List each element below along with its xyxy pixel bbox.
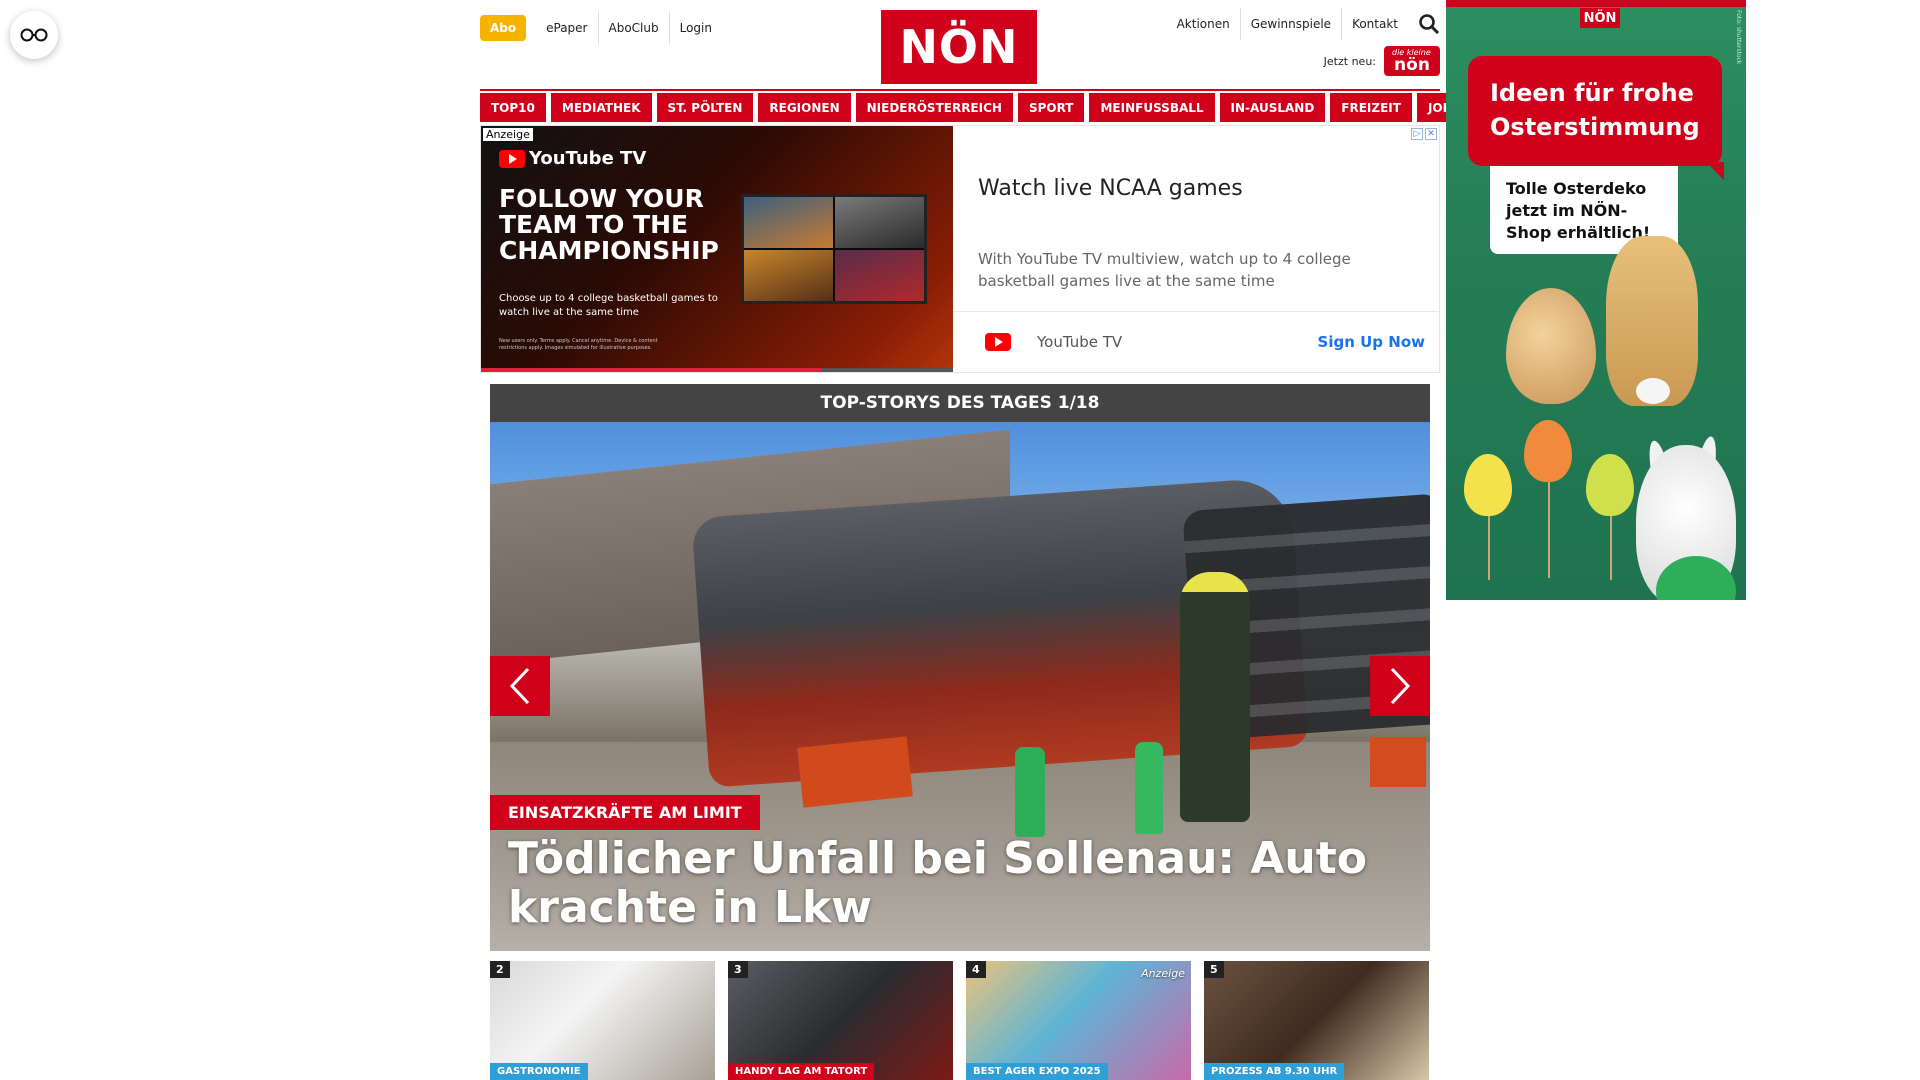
carousel-next-button[interactable] bbox=[1370, 656, 1430, 716]
ad-choices[interactable]: ▷ ✕ bbox=[1411, 128, 1437, 140]
hero-image-extinguisher bbox=[1135, 742, 1163, 834]
glasses-icon bbox=[20, 28, 48, 42]
ad-brand: YouTube TV bbox=[1037, 333, 1123, 351]
easter-egg-decoration bbox=[1506, 288, 1596, 404]
ad-title[interactable]: Watch live NCAA games bbox=[978, 176, 1243, 201]
reader-mode-button[interactable] bbox=[10, 11, 58, 59]
hero-image-firefighter bbox=[1180, 572, 1250, 822]
top-stories-heading: TOP-STORYS DES TAGES 1/18 bbox=[490, 384, 1430, 422]
ad-headline: FOLLOW YOUR TEAM TO THE CHAMPIONSHIP bbox=[499, 184, 719, 265]
youtube-play-icon bbox=[499, 149, 525, 168]
jetzt-neu: Jetzt neu: die kleine nön bbox=[1324, 46, 1440, 76]
story-thumb[interactable]: 5 PROZESS AB 9.30 UHR bbox=[1204, 961, 1429, 1080]
top-left-links: Abo ePaper AboClub Login bbox=[480, 12, 722, 44]
youtube-tv-ad[interactable]: Anzeige YouTube TV FOLLOW YOUR TEAM TO T… bbox=[480, 125, 1440, 373]
ad-label: Anzeige bbox=[483, 128, 533, 141]
abo-button[interactable]: Abo bbox=[480, 15, 527, 41]
top-stories: TOP-STORYS DES TAGES 1/18 EINSATZKRÄFTE … bbox=[490, 384, 1430, 951]
hero-image-case bbox=[1370, 737, 1426, 787]
search-icon[interactable] bbox=[1418, 13, 1440, 35]
nav-st-poelten[interactable]: ST. PÖLTEN bbox=[656, 93, 754, 122]
nav-mediathek[interactable]: MEDIATHEK bbox=[550, 93, 652, 122]
easter-egg-yellow bbox=[1464, 454, 1512, 516]
story-number: 4 bbox=[966, 961, 986, 978]
nav-meinfussball[interactable]: MEINFUSSBALL bbox=[1089, 93, 1215, 122]
ad-progress bbox=[481, 368, 953, 372]
ad-yt-brand: YouTube TV bbox=[529, 148, 647, 169]
hero-title[interactable]: Tödlicher Unfall bei Sollenau: Auto krac… bbox=[508, 834, 1418, 932]
aktionen-link[interactable]: Aktionen bbox=[1167, 8, 1240, 40]
hero-story[interactable]: EINSATZKRÄFTE AM LIMIT Tödlicher Unfall … bbox=[490, 422, 1430, 951]
nav-sport[interactable]: SPORT bbox=[1017, 93, 1085, 122]
story-number: 3 bbox=[728, 961, 748, 978]
story-thumb[interactable]: 4 Anzeige BEST AGER EXPO 2025 bbox=[966, 961, 1191, 1080]
hero-image-extinguisher bbox=[1015, 747, 1045, 837]
story-category: BEST AGER EXPO 2025 bbox=[966, 1063, 1108, 1080]
nav-freizeit[interactable]: FREIZEIT bbox=[1330, 93, 1412, 122]
ad-info-icon[interactable]: ▷ bbox=[1411, 128, 1423, 140]
nav-in-ausland[interactable]: IN-AUSLAND bbox=[1219, 93, 1326, 122]
login-link[interactable]: Login bbox=[668, 12, 722, 44]
ad-yt-logo: YouTube TV bbox=[499, 148, 646, 169]
ad-tv-multiview bbox=[741, 194, 927, 304]
kleine-noen-badge[interactable]: die kleine nön bbox=[1384, 46, 1440, 76]
hero-tag: EINSATZKRÄFTE AM LIMIT bbox=[490, 795, 760, 830]
ad-footer: YouTube TV Sign Up Now bbox=[953, 311, 1439, 372]
kleine-noen-badge-text: nön bbox=[1394, 55, 1430, 75]
chevron-right-icon bbox=[1390, 667, 1411, 705]
ad-description: With YouTube TV multiview, watch up to 4… bbox=[978, 250, 1351, 290]
sky-ad-logo: NÖN bbox=[1580, 8, 1620, 28]
story-category: HANDY LAG AM TATORT bbox=[728, 1063, 875, 1080]
ad-image[interactable]: Anzeige YouTube TV FOLLOW YOUR TEAM TO T… bbox=[481, 126, 953, 372]
top-right-links: Aktionen Gewinnspiele Kontakt bbox=[1167, 8, 1440, 40]
epaper-link[interactable]: ePaper bbox=[536, 12, 597, 44]
easter-egg-orange bbox=[1524, 420, 1572, 482]
sky-ad-credit: Foto: shutterstock bbox=[1735, 10, 1742, 65]
kontakt-link[interactable]: Kontakt bbox=[1341, 8, 1408, 40]
ad-subline: Choose up to 4 college basketball games … bbox=[499, 293, 718, 318]
story-number: 2 bbox=[490, 961, 510, 978]
story-thumbnails: 2 GASTRONOMIE 3 HANDY LAG AM TATORT 4 An… bbox=[490, 961, 1430, 1080]
chevron-left-icon bbox=[509, 667, 530, 705]
youtube-icon bbox=[985, 333, 1011, 351]
hero-image-debris bbox=[797, 736, 913, 808]
aboclub-link[interactable]: AboClub bbox=[597, 12, 669, 44]
site-header: Abo ePaper AboClub Login NÖN Aktionen Ge… bbox=[480, 0, 1440, 86]
easter-shop-ad[interactable]: NÖN Foto: shutterstock Ideen für frohe O… bbox=[1446, 0, 1746, 600]
story-anzeige-label: Anzeige bbox=[1141, 967, 1185, 980]
kleine-noen-badge-small: die kleine bbox=[1392, 48, 1431, 57]
nav-regionen[interactable]: REGIONEN bbox=[758, 93, 851, 122]
story-category: GASTRONOMIE bbox=[490, 1063, 588, 1080]
nav-top10[interactable]: TOP10 bbox=[480, 93, 546, 122]
story-thumb[interactable]: 3 HANDY LAG AM TATORT bbox=[728, 961, 953, 1080]
jetzt-neu-label: Jetzt neu: bbox=[1323, 54, 1376, 68]
easter-egg-green bbox=[1586, 454, 1634, 516]
story-thumb[interactable]: 2 GASTRONOMIE bbox=[490, 961, 715, 1080]
story-category: PROZESS AB 9.30 UHR bbox=[1204, 1063, 1345, 1080]
nav-niederoesterreich[interactable]: NIEDERÖSTERREICH bbox=[855, 93, 1013, 122]
sky-topbar bbox=[1446, 0, 1746, 7]
ad-fineprint: New users only. Terms apply. Cancel anyt… bbox=[499, 338, 658, 351]
site-logo[interactable]: NÖN bbox=[881, 10, 1037, 84]
story-number: 5 bbox=[1204, 961, 1224, 978]
egg-stick bbox=[1548, 478, 1550, 578]
main-nav: TOP10 MEDIATHEK ST. PÖLTEN REGIONEN NIED… bbox=[480, 89, 1549, 123]
ad-progress-fill bbox=[481, 368, 821, 372]
ad-close-icon[interactable]: ✕ bbox=[1425, 128, 1437, 140]
carousel-prev-button[interactable] bbox=[490, 656, 550, 716]
gewinnspiele-link[interactable]: Gewinnspiele bbox=[1239, 8, 1341, 40]
egg-stick bbox=[1488, 510, 1490, 580]
sign-up-button[interactable]: Sign Up Now bbox=[1318, 333, 1425, 351]
sky-ad-headline: Ideen für frohe Osterstimmung bbox=[1468, 56, 1724, 180]
egg-stick bbox=[1610, 510, 1612, 580]
ad-text-panel[interactable]: ▷ ✕ Watch live NCAA games With YouTube T… bbox=[953, 126, 1439, 372]
bunny-tail bbox=[1636, 378, 1670, 404]
